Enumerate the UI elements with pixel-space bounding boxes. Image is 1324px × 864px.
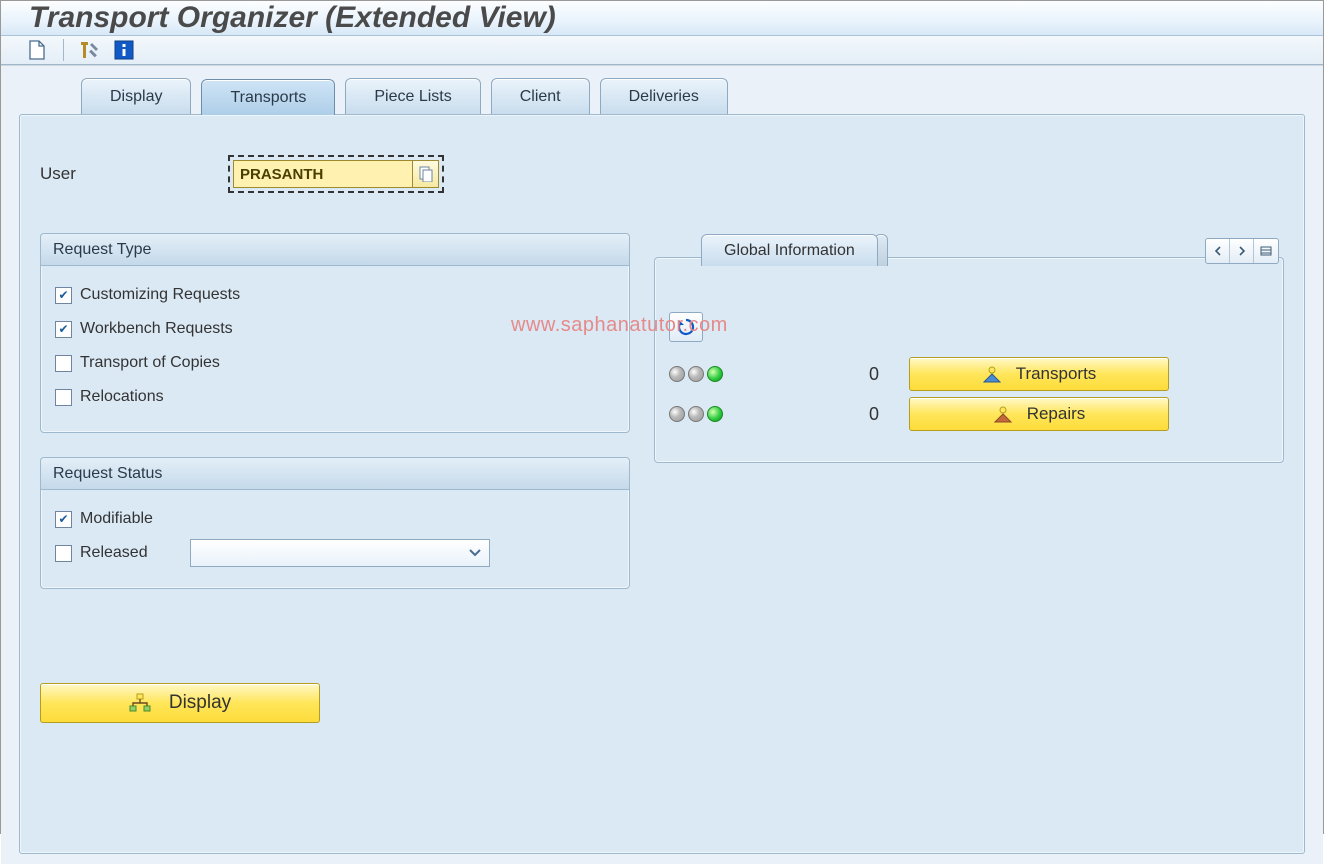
main-area: www.saphanatutor.com Display Transports … <box>1 65 1323 864</box>
checkbox-label: Released <box>80 544 148 562</box>
traffic-light <box>669 406 749 422</box>
tab-label: Global Information <box>724 242 855 260</box>
button-label: Repairs <box>1027 404 1086 424</box>
right-column: Global Information <box>654 233 1284 463</box>
status-row-repairs: 0 Repairs <box>669 394 1269 434</box>
toolbar-separator <box>63 39 64 61</box>
tab-label: Deliveries <box>629 88 699 106</box>
groupbox-body: ✔ Modifiable Released <box>41 490 629 588</box>
tab-display[interactable]: Display <box>81 78 191 114</box>
tab-pager <box>1205 238 1279 264</box>
groupbox-body: ✔ Customizing Requests ✔ Workbench Reque… <box>41 266 629 432</box>
title-bar: Transport Organizer (Extended View) <box>1 1 1323 36</box>
tab-label: Piece Lists <box>374 88 451 106</box>
app-window: Transport Organizer (Extended View) <box>0 0 1324 834</box>
check-row: ✔ Modifiable <box>55 502 615 536</box>
display-button-label: Display <box>169 692 231 714</box>
groupbox-title: Request Type <box>41 234 629 266</box>
chevron-right-icon <box>1238 246 1246 256</box>
groupbox-title: Request Status <box>41 458 629 490</box>
check-row: Relocations <box>55 380 615 414</box>
checkbox-customizing-requests[interactable]: ✔ <box>55 287 72 304</box>
search-help-icon <box>419 166 433 182</box>
tab-label: Display <box>110 88 162 106</box>
tab-transports[interactable]: Transports <box>201 79 335 115</box>
columns: Request Type ✔ Customizing Requests ✔ Wo… <box>40 233 1284 723</box>
global-info-body: 0 Transports <box>655 258 1283 462</box>
tab-global-information[interactable]: Global Information <box>701 234 878 266</box>
tools-button[interactable] <box>76 36 104 64</box>
global-info-panel: Global Information <box>654 257 1284 463</box>
traffic-light <box>669 366 749 382</box>
chevron-left-icon <box>1214 246 1222 256</box>
checkbox-modifiable[interactable]: ✔ <box>55 511 72 528</box>
page-title: Transport Organizer (Extended View) <box>29 1 556 35</box>
refresh-icon <box>676 317 696 337</box>
info-icon <box>114 40 134 60</box>
groupbox-request-status: Request Status ✔ Modifiable Released <box>40 457 630 589</box>
light-green-icon <box>707 406 723 422</box>
status-row-transports: 0 Transports <box>669 354 1269 394</box>
check-row: Released <box>55 536 615 570</box>
hierarchy-icon <box>129 693 151 713</box>
person-icon <box>993 405 1013 423</box>
person-icon <box>982 365 1002 383</box>
user-row: User <box>40 155 1284 193</box>
checkbox-label: Customizing Requests <box>80 286 240 304</box>
tab-piece-lists[interactable]: Piece Lists <box>345 78 480 114</box>
tab-label: Client <box>520 88 561 106</box>
left-column: Request Type ✔ Customizing Requests ✔ Wo… <box>40 233 630 723</box>
user-input[interactable] <box>233 160 413 188</box>
user-f4-button[interactable] <box>413 160 439 188</box>
tools-icon <box>80 40 100 60</box>
groupbox-request-type: Request Type ✔ Customizing Requests ✔ Wo… <box>40 233 630 433</box>
light-grey-icon <box>669 366 685 382</box>
refresh-button[interactable] <box>669 312 703 342</box>
light-grey-icon <box>688 366 704 382</box>
tab-label: Transports <box>230 89 306 107</box>
tab-client[interactable]: Client <box>491 78 590 114</box>
transports-count: 0 <box>749 364 909 385</box>
tab-deliveries[interactable]: Deliveries <box>600 78 728 114</box>
transports-button[interactable]: Transports <box>909 357 1169 391</box>
check-row: ✔ Workbench Requests <box>55 312 615 346</box>
checkbox-relocations[interactable] <box>55 389 72 406</box>
repairs-count: 0 <box>749 404 909 425</box>
checkbox-label: Workbench Requests <box>80 320 233 338</box>
new-document-icon <box>28 40 46 60</box>
checkbox-label: Modifiable <box>80 510 153 528</box>
chevron-down-icon <box>469 549 481 557</box>
checkbox-label: Transport of Copies <box>80 354 220 372</box>
new-document-button[interactable] <box>23 36 51 64</box>
display-button[interactable]: Display <box>40 683 320 723</box>
light-green-icon <box>707 366 723 382</box>
global-info-tabstrip: Global Information <box>701 234 888 266</box>
app-toolbar <box>1 36 1323 65</box>
checkbox-workbench-requests[interactable]: ✔ <box>55 321 72 338</box>
check-row: Transport of Copies <box>55 346 615 380</box>
checkbox-released[interactable] <box>55 545 72 562</box>
released-select[interactable] <box>190 539 490 567</box>
list-icon <box>1260 246 1272 256</box>
checkbox-label: Relocations <box>80 388 164 406</box>
user-field-wrap <box>228 155 444 193</box>
pager-prev-button[interactable] <box>1206 239 1230 263</box>
button-label: Transports <box>1016 364 1097 384</box>
light-grey-icon <box>688 406 704 422</box>
user-label: User <box>40 164 220 184</box>
repairs-button[interactable]: Repairs <box>909 397 1169 431</box>
pager-list-button[interactable] <box>1254 239 1278 263</box>
info-button[interactable] <box>110 36 138 64</box>
check-row: ✔ Customizing Requests <box>55 278 615 312</box>
tab-panel-transports: User Request Type <box>19 114 1305 854</box>
main-tabstrip: Display Transports Piece Lists Client De… <box>81 78 728 114</box>
checkbox-transport-of-copies[interactable] <box>55 355 72 372</box>
pager-next-button[interactable] <box>1230 239 1254 263</box>
light-grey-icon <box>669 406 685 422</box>
